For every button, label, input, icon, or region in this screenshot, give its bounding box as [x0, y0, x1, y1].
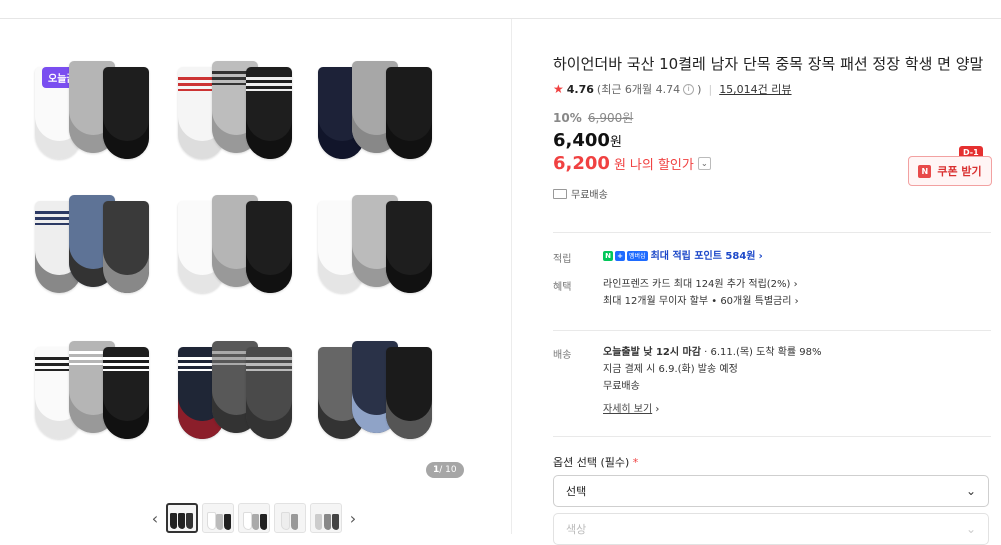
sale-price-value: 6,400 — [553, 130, 610, 151]
thumbnail-2[interactable] — [202, 503, 234, 533]
chevron-down-icon[interactable]: ⌄ — [697, 157, 711, 170]
original-price: 6,900원 — [587, 111, 634, 125]
rating-value: 4.76 — [566, 82, 594, 96]
chevron-down-icon: ⌄ — [965, 484, 976, 498]
image-counter-total: / 10 — [439, 465, 457, 475]
shipping-free-text: 무료배송 — [571, 190, 608, 201]
truck-icon — [553, 188, 567, 199]
review-count-link[interactable]: 15,014건 리뷰 — [719, 81, 791, 97]
section-divider — [553, 330, 991, 331]
section-divider — [553, 232, 991, 233]
my-price-label: 나의 할인가 — [629, 158, 694, 173]
thumbnail-4[interactable] — [274, 503, 306, 533]
column-divider — [511, 19, 512, 534]
required-mark: * — [632, 456, 639, 469]
sock-illustration — [386, 67, 432, 159]
benefit-key: 혜택 — [553, 282, 572, 293]
my-price-value: 6,200 — [553, 153, 610, 174]
sock-illustration — [246, 67, 292, 159]
rating-recent: (최근 6개월 4.74 — [596, 83, 681, 96]
option-select-1-value: 선택 — [566, 485, 587, 498]
option-select-1[interactable]: 선택 ⌄ — [553, 475, 989, 507]
naver-pay-icon: N + 멤버십 — [603, 251, 648, 261]
option-select-color[interactable]: 색상 ⌄ — [553, 513, 989, 545]
thumbnail-5[interactable] — [310, 503, 342, 533]
thumbnail-strip: ‹ › — [148, 503, 360, 533]
delivery-cutoff: 오늘출발 낮 12시 마감 — [603, 347, 701, 358]
points-link[interactable]: 최대 적립 포인트 584원 — [651, 251, 756, 262]
discount-row: 10% 6,900원 — [553, 109, 993, 126]
divider: | — [708, 82, 713, 96]
option-select-color-value: 색상 — [566, 523, 587, 536]
points-value[interactable]: N + 멤버십 최대 적립 포인트 584원 › — [603, 248, 763, 265]
thumbnail-1[interactable] — [166, 503, 198, 533]
benefit-card-text: 라인프렌즈 카드 최대 124원 추가 적립(2%) — [603, 279, 791, 290]
product-gallery[interactable]: 오늘끝딜 1/ 10 ‹ › — [0, 19, 511, 534]
delivery-values: 오늘출발 낮 12시 마감 · 6.11.(목) 도착 확률 98% 지금 결제… — [603, 344, 822, 418]
coupon-button-label: 쿠폰 받기 — [937, 165, 982, 178]
sale-price-unit: 원 — [609, 135, 622, 150]
delivery-dispatch: 지금 결제 시 6.9.(화) 발송 예정 — [603, 364, 738, 375]
benefit-values: 라인프렌즈 카드 최대 124원 추가 적립(2%) › 최대 12개월 무이자… — [603, 276, 799, 310]
sock-stripe — [103, 357, 149, 371]
sock-illustration — [103, 201, 149, 293]
shipping-summary: 무료배송 — [553, 186, 993, 201]
next-image-button[interactable]: › — [346, 509, 360, 528]
points-key: 적립 — [553, 254, 572, 265]
sock-illustration — [386, 347, 432, 439]
product-main-image[interactable] — [0, 19, 511, 489]
naver-coupon-icon: N — [918, 164, 932, 178]
info-icon[interactable]: i — [683, 83, 695, 95]
benefit-installment-text: 최대 12개월 무이자 할부 • 60개월 특별금리 — [603, 296, 792, 307]
discount-rate: 10% — [553, 111, 582, 125]
benefit-installment[interactable]: 최대 12개월 무이자 할부 • 60개월 특별금리 › — [603, 296, 799, 307]
option-label-text: 옵션 선택 (필수) — [553, 456, 630, 469]
my-price-unit: 원 — [613, 158, 626, 173]
image-counter: 1/ 10 — [426, 462, 464, 478]
rating-recent-close: ) — [697, 82, 702, 96]
product-title: 하이언더바 국산 10켤레 남자 단목 중목 장목 패션 정장 학생 면 양말 — [553, 55, 984, 73]
thumbnail-3[interactable] — [238, 503, 270, 533]
star-icon: ★ — [553, 82, 564, 96]
chevron-right-icon: › — [655, 404, 660, 415]
sock-stripe — [246, 77, 292, 91]
section-divider — [553, 436, 991, 437]
delivery-fee: 무료배송 — [603, 381, 640, 392]
sock-stripe — [246, 357, 292, 371]
sock-illustration — [386, 201, 432, 293]
option-label: 옵션 선택 (필수) * — [553, 454, 638, 470]
coupon-button[interactable]: N 쿠폰 받기 — [908, 156, 992, 186]
sock-illustration — [246, 347, 292, 439]
delivery-detail-link[interactable]: 자세히 보기 › — [603, 401, 659, 418]
delivery-arrival: · 6.11.(목) 도착 확률 98% — [704, 347, 822, 358]
sale-price: 6,400원 — [553, 130, 993, 151]
prev-image-button[interactable]: ‹ — [148, 509, 162, 528]
chevron-right-icon: › — [758, 251, 763, 262]
detail-link-text: 자세히 보기 — [603, 404, 653, 415]
delivery-key: 배송 — [553, 350, 572, 361]
chevron-right-icon: › — [793, 279, 798, 290]
benefit-card[interactable]: 라인프렌즈 카드 최대 124원 추가 적립(2%) › — [603, 279, 798, 290]
sock-illustration — [246, 201, 292, 293]
chevron-right-icon: › — [794, 296, 799, 307]
sock-illustration — [103, 347, 149, 439]
rating-row: ★ 4.76 (최근 6개월 4.74 i) | 15,014건 리뷰 — [553, 81, 993, 97]
sock-illustration — [103, 67, 149, 159]
